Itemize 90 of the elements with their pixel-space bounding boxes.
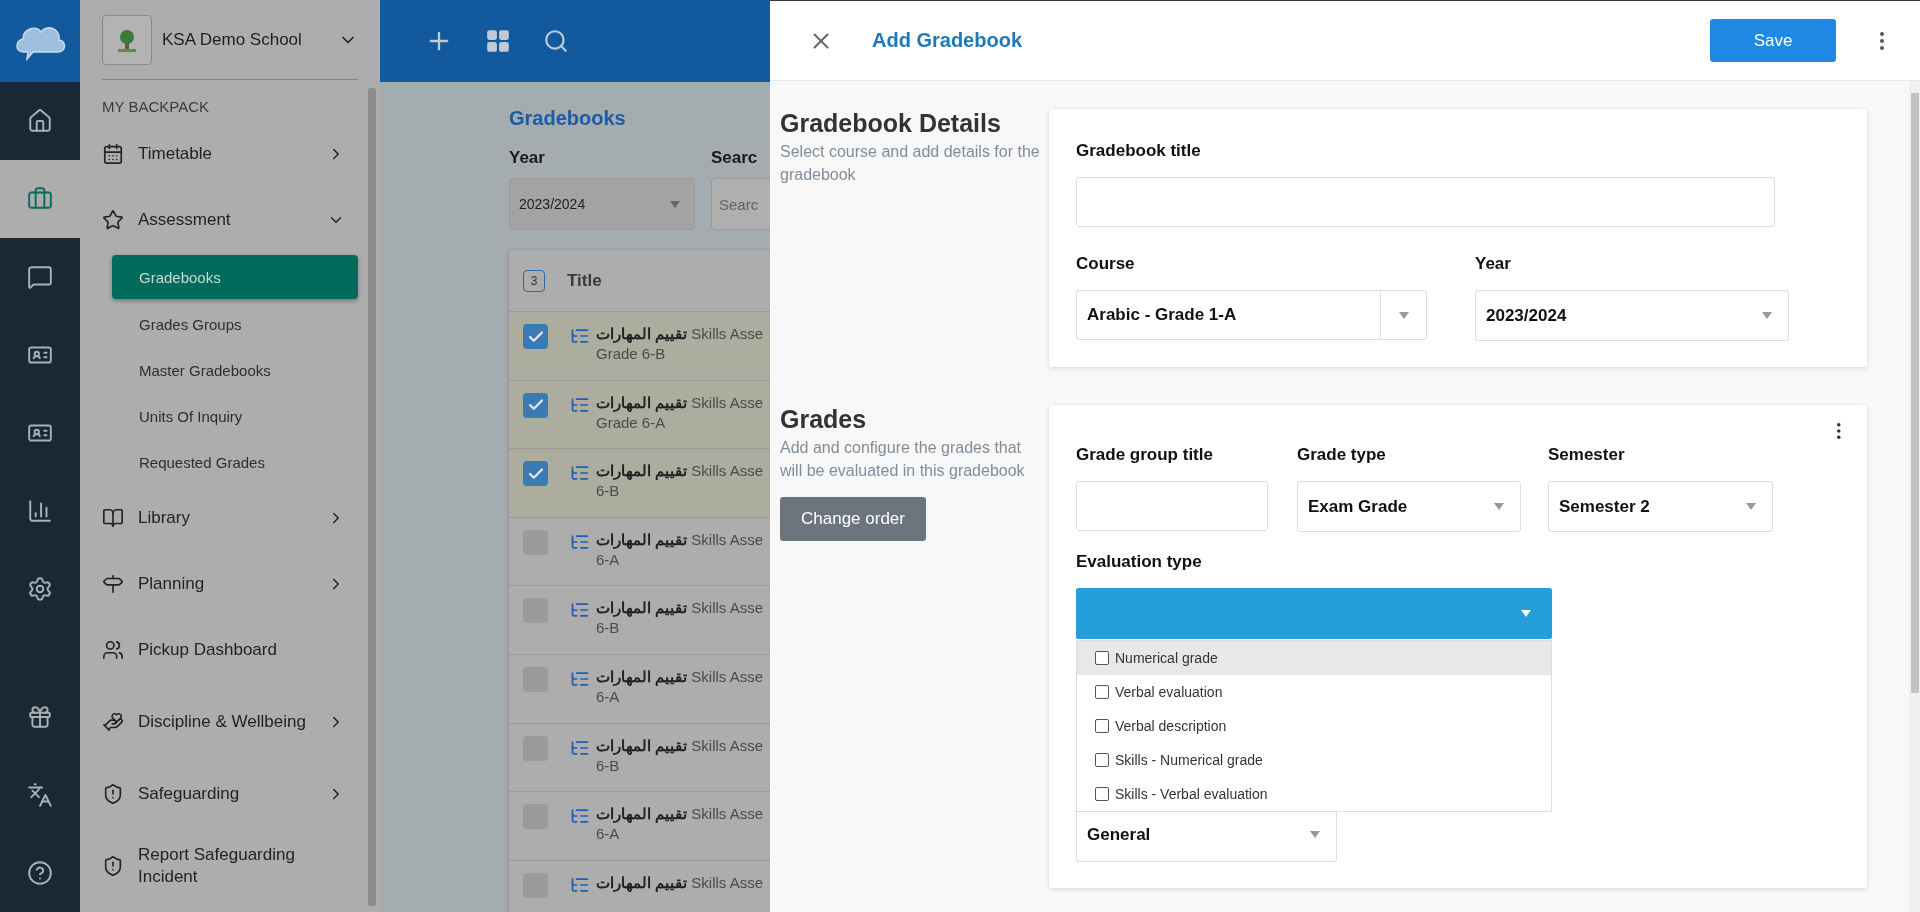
hand-heart-icon <box>102 711 124 733</box>
field-label: Grade type <box>1297 445 1387 465</box>
save-button[interactable]: Save <box>1710 19 1836 62</box>
nav-subitem[interactable]: Master Gradebooks <box>112 347 358 393</box>
scrollbar[interactable] <box>368 88 376 906</box>
row-subtitle: Grade 6-A <box>596 412 667 433</box>
option-label: Verbal evaluation <box>1115 684 1223 700</box>
checkbox[interactable] <box>1095 719 1109 733</box>
scrollbar[interactable] <box>1910 93 1919 693</box>
briefcase-icon <box>27 186 53 212</box>
year-select[interactable]: 2023/2024 <box>1475 290 1789 341</box>
book-icon <box>102 507 124 529</box>
nav-item[interactable]: Pickup Dashboard <box>102 617 358 683</box>
selection-count[interactable]: 3 <box>523 269 545 292</box>
more-icon <box>1837 423 1841 439</box>
calendar-icon <box>102 143 124 165</box>
title-field[interactable] <box>1076 177 1775 227</box>
row-subtitle: 6-B <box>596 755 621 776</box>
section-heading: Grades <box>780 405 867 434</box>
search-label: Searc <box>711 148 759 168</box>
section-heading: Gradebook Details <box>780 109 1001 138</box>
grid-icon[interactable] <box>485 28 511 54</box>
row-subtitle: 6-B <box>596 618 621 639</box>
shield-icon <box>102 855 124 877</box>
more-icon <box>1880 31 1884 50</box>
chat-icon <box>27 264 53 290</box>
row-subtitle: Grade 6-B <box>596 344 667 364</box>
bar-chart-icon <box>27 498 53 524</box>
school-logo <box>102 14 152 65</box>
nav-item[interactable]: Report Safeguarding Incident <box>102 827 358 905</box>
section-description: Select course and add details for the gradebook <box>780 142 1040 185</box>
year-label: Year <box>509 148 546 168</box>
checkbox[interactable] <box>1095 787 1109 801</box>
checkbox[interactable] <box>1095 753 1109 767</box>
section-description: Add and configure the grades that will be evaluated in this gradebook <box>780 438 1026 481</box>
option-label: Numerical grade <box>1115 650 1218 666</box>
semester-select[interactable]: Semester 2 <box>1548 481 1773 532</box>
tree-icon <box>570 326 590 346</box>
school-name: KSA Demo School <box>162 29 303 50</box>
nav-item[interactable]: Assessment <box>102 187 358 253</box>
nav-item[interactable]: Discipline & Wellbeing <box>102 683 358 761</box>
signpost-icon <box>102 573 124 595</box>
column-header[interactable]: Title <box>567 270 602 291</box>
translate-icon <box>27 782 53 808</box>
field-label: Gradebook title <box>1076 141 1202 161</box>
nav-subitem[interactable]: Units Of Inquiry <box>112 393 358 439</box>
nav-subitem[interactable]: Requested Grades <box>112 439 358 485</box>
home-icon <box>27 108 53 134</box>
course-select[interactable]: Arabic - Grade 1-A <box>1076 290 1427 340</box>
row-subtitle: 6-A <box>596 686 621 707</box>
grade-type-select[interactable]: Exam Grade <box>1297 481 1521 532</box>
field-label: Evaluation type <box>1076 552 1203 572</box>
option-label: Skills - Numerical grade <box>1115 752 1263 768</box>
row-checkbox[interactable] <box>523 392 548 418</box>
shield-icon <box>102 783 124 805</box>
gift-icon <box>27 704 53 730</box>
nav-subitem[interactable]: Gradebooks <box>112 255 358 299</box>
option-label: Skills - Verbal evaluation <box>1115 786 1268 802</box>
row-subtitle: 6-A <box>596 824 621 845</box>
more-button[interactable] <box>1837 423 1841 439</box>
field-label: Course <box>1076 254 1136 274</box>
search-field[interactable]: Searc <box>711 178 770 230</box>
more-button[interactable] <box>1880 31 1884 50</box>
help-icon <box>27 860 53 886</box>
year-select[interactable]: 2023/2024 <box>509 178 695 230</box>
row-checkbox[interactable] <box>523 461 548 487</box>
checkbox[interactable] <box>1095 685 1109 699</box>
section-title: MY BACKPACK <box>102 98 210 115</box>
nav-item[interactable]: Timetable <box>102 121 358 187</box>
people-icon <box>102 639 124 661</box>
nav-subitem[interactable]: Grades Groups <box>112 301 358 347</box>
group-title-field[interactable] <box>1076 481 1268 531</box>
nav-item[interactable]: Planning <box>102 551 358 617</box>
nav-item[interactable]: Safeguarding <box>102 761 358 827</box>
search-icon[interactable] <box>543 28 569 54</box>
option-label: Verbal description <box>1115 718 1227 734</box>
page-title: Gradebooks <box>509 107 627 130</box>
row-checkbox[interactable] <box>523 324 548 349</box>
checkbox[interactable] <box>1095 651 1109 665</box>
dropdown-option[interactable]: Numerical grade <box>1077 641 1551 675</box>
settings-icon <box>27 576 53 602</box>
field-label: Year <box>1475 254 1512 274</box>
panel-title: Add Gradebook <box>872 29 1023 52</box>
change-order-button[interactable]: Change order <box>780 497 926 541</box>
field-label: Semester <box>1548 445 1626 465</box>
row-subtitle: 6-B <box>596 481 621 502</box>
star-icon <box>102 209 124 231</box>
field-label: Grade group title <box>1076 445 1214 465</box>
nav-item[interactable]: Library <box>102 485 358 551</box>
row-subtitle: 6-A <box>596 549 621 570</box>
